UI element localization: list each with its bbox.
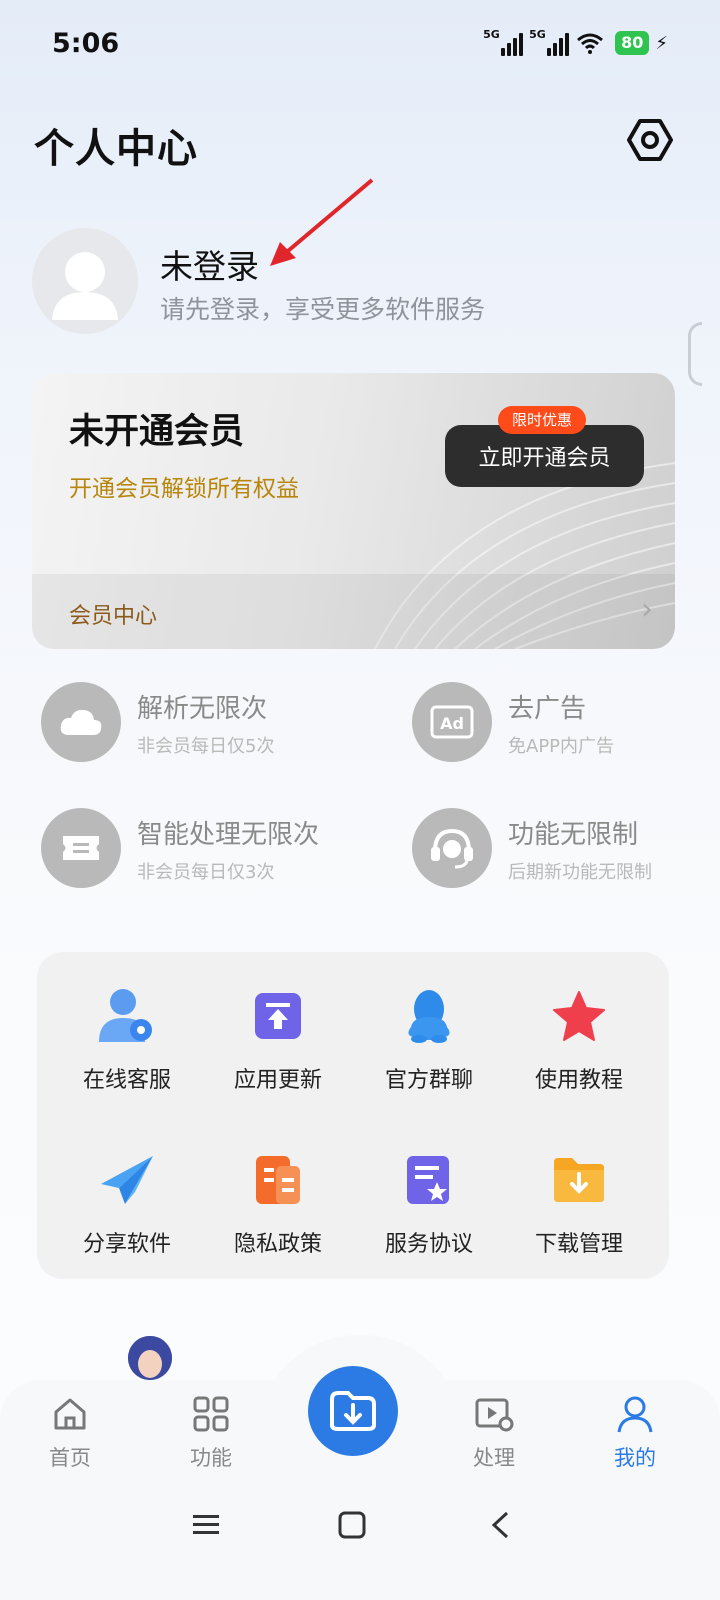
tool-tutorial[interactable]: 使用教程 (504, 984, 654, 1104)
vip-center-label: 会员中心 (69, 604, 158, 629)
benefit-subtitle: 非会员每日仅5次 (137, 736, 275, 757)
nav-home[interactable]: 首页 (20, 1394, 120, 1472)
tool-official-group[interactable]: 官方群聊 (354, 984, 504, 1104)
network-type-2: 5G (529, 28, 546, 41)
side-drawer-handle[interactable] (688, 322, 702, 386)
nav-features[interactable]: 功能 (161, 1394, 261, 1472)
tool-label: 下载管理 (534, 1232, 623, 1257)
status-icons: 5G 5G 80 ⚡ (483, 28, 668, 56)
nav-process[interactable]: 处理 (444, 1394, 544, 1472)
benefit-no-ads: Ad 去广告 免APP内广告 (412, 682, 712, 772)
qq-icon (397, 984, 461, 1048)
paper-plane-icon (95, 1148, 159, 1212)
charging-icon: ⚡ (655, 32, 668, 54)
svg-text:Ad: Ad (440, 714, 464, 733)
tool-share-app[interactable]: 分享软件 (52, 1148, 202, 1268)
limited-offer-badge: 限时优惠 (498, 406, 587, 434)
vip-card: 未开通会员 开通会员解锁所有权益 立即开通会员 限时优惠 会员中心 › (32, 373, 675, 649)
tool-label: 服务协议 (384, 1232, 473, 1257)
avatar[interactable] (32, 228, 138, 334)
tool-service-agreement[interactable]: 服务协议 (354, 1148, 504, 1268)
signal-icon: 5G (483, 28, 524, 56)
ad-icon: Ad (412, 682, 492, 762)
benefit-unlimited-parse: 解析无限次 非会员每日仅5次 (41, 682, 341, 772)
status-bar: 5:06 5G 5G 80 ⚡ (0, 0, 720, 90)
tool-label: 应用更新 (233, 1068, 322, 1093)
tool-label: 分享软件 (82, 1232, 171, 1257)
home-nav-button[interactable] (322, 1500, 382, 1550)
app-update-icon (246, 984, 310, 1048)
vip-title: 未开通会员 (69, 412, 245, 452)
customer-service-icon (95, 984, 159, 1048)
user-icon (617, 1396, 653, 1433)
square-icon (338, 1511, 366, 1539)
ticket-icon (41, 808, 121, 888)
signal-icon-2: 5G (529, 28, 570, 56)
login-hint: 请先登录，享受更多软件服务 (160, 295, 486, 324)
benefit-unlimited-features: 功能无限制 后期新功能无限制 (412, 808, 712, 898)
download-folder-icon (547, 1148, 611, 1212)
nav-label: 我的 (614, 1446, 656, 1470)
benefit-title: 去广告 (508, 694, 587, 724)
grid-icon (193, 1396, 229, 1432)
agreement-icon (397, 1148, 461, 1212)
back-chevron-icon (491, 1511, 509, 1539)
tools-panel: 在线客服 应用更新 官方群聊 使用教程 分享软件 隐私政策 服务协议 下载管理 (37, 952, 669, 1279)
download-folder-icon (330, 1391, 376, 1431)
headset-icon (412, 808, 492, 888)
home-icon (54, 1398, 86, 1430)
download-fab-button[interactable] (308, 1366, 398, 1456)
tool-privacy-policy[interactable]: 隐私政策 (203, 1148, 353, 1268)
page-title: 个人中心 (34, 126, 198, 172)
nav-label: 首页 (49, 1446, 91, 1470)
benefit-subtitle: 非会员每日仅3次 (137, 862, 275, 883)
login-status[interactable]: 未登录 (160, 240, 259, 288)
nav-label: 处理 (473, 1446, 515, 1470)
benefit-title: 解析无限次 (137, 694, 268, 724)
back-nav-button[interactable] (470, 1500, 530, 1550)
benefit-subtitle: 免APP内广告 (508, 736, 615, 757)
tool-label: 隐私政策 (233, 1232, 322, 1257)
menu-icon (193, 1515, 219, 1534)
document-icon (246, 1148, 310, 1212)
default-avatar-icon (52, 252, 118, 320)
benefit-title: 功能无限制 (508, 820, 639, 850)
battery-level: 80 (615, 31, 650, 55)
settings-gear-icon[interactable] (626, 116, 674, 164)
status-time: 5:06 (52, 28, 120, 59)
vip-center-link[interactable]: 会员中心 › (32, 574, 675, 649)
tool-label: 使用教程 (534, 1068, 623, 1093)
network-type: 5G (483, 28, 500, 41)
tool-app-update[interactable]: 应用更新 (203, 984, 353, 1104)
vip-subtitle: 开通会员解锁所有权益 (69, 476, 299, 502)
benefit-subtitle: 后期新功能无限制 (508, 862, 652, 883)
menu-nav-button[interactable] (176, 1500, 236, 1550)
tool-label: 官方群聊 (384, 1068, 473, 1093)
open-vip-button[interactable]: 立即开通会员 (445, 425, 644, 487)
benefit-title: 智能处理无限次 (137, 820, 320, 850)
wifi-icon (577, 33, 604, 54)
nav-label: 功能 (190, 1446, 232, 1470)
star-icon (547, 984, 611, 1048)
tool-label: 在线客服 (82, 1068, 171, 1093)
annotation-arrow-icon (270, 178, 374, 266)
tool-download-manager[interactable]: 下载管理 (504, 1148, 654, 1268)
nav-mine[interactable]: 我的 (585, 1394, 685, 1472)
chevron-right-icon: › (641, 592, 653, 627)
cloud-icon (41, 682, 121, 762)
tool-online-service[interactable]: 在线客服 (52, 984, 202, 1104)
floating-service-avatar[interactable] (128, 1336, 172, 1380)
video-process-icon (475, 1398, 514, 1432)
benefit-smart-process: 智能处理无限次 非会员每日仅3次 (41, 808, 341, 898)
